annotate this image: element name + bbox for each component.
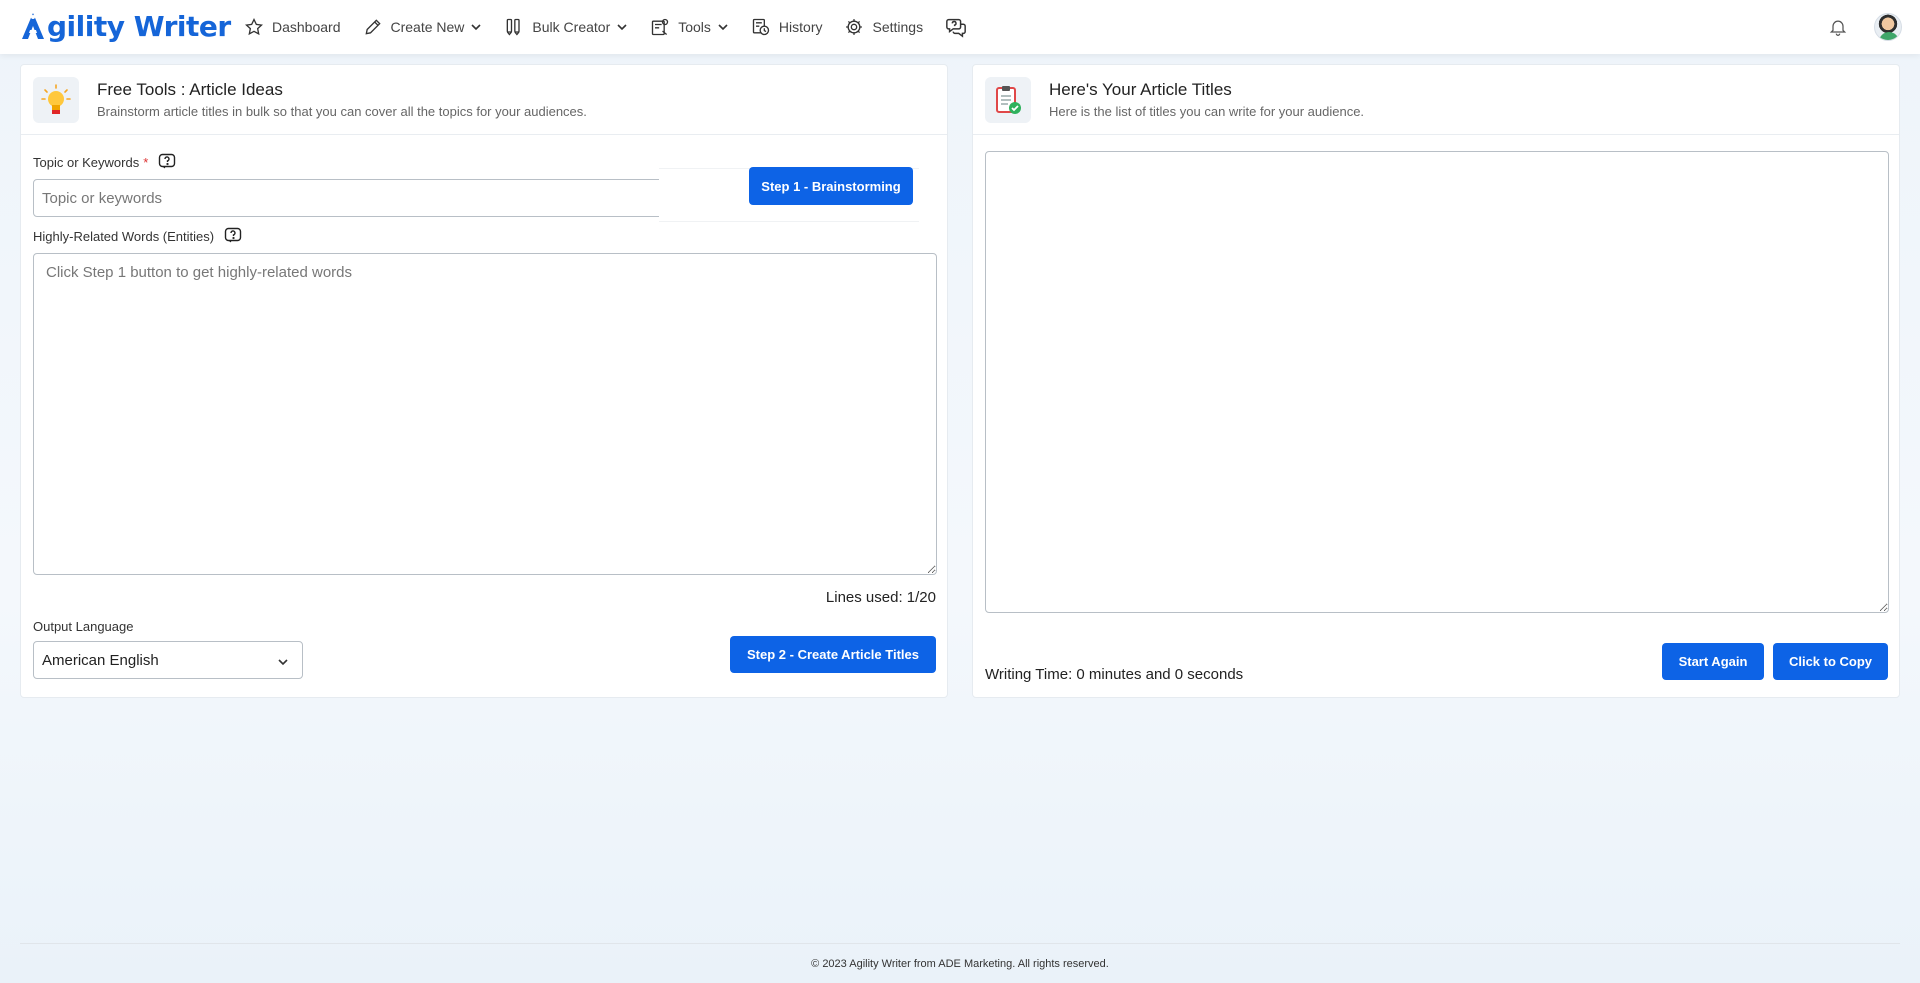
step2-create-titles-button[interactable]: Step 2 - Create Article Titles bbox=[730, 636, 936, 673]
main-nav: Dashboard Create New Bulk Creator Tools … bbox=[244, 0, 997, 54]
nav-bulk-creator-label: Bulk Creator bbox=[532, 19, 611, 35]
top-navbar: gility Writer Dashboard Create New Bulk … bbox=[0, 0, 1920, 54]
page-footer: © 2023 Agility Writer from ADE Marketing… bbox=[20, 943, 1900, 983]
help-bubble-icon[interactable] bbox=[224, 227, 242, 245]
language-label: Output Language bbox=[33, 619, 133, 634]
panel-title: Free Tools : Article Ideas bbox=[97, 80, 283, 99]
gear-icon bbox=[846, 19, 863, 35]
nav-history-label: History bbox=[778, 19, 823, 35]
topic-input[interactable] bbox=[33, 179, 663, 217]
nav-dashboard-label: Dashboard bbox=[272, 19, 341, 35]
chevron-down-icon bbox=[718, 24, 728, 31]
article-titles-output[interactable] bbox=[985, 151, 1889, 613]
article-ideas-header: Free Tools : Article Ideas Brainstorm ar… bbox=[21, 65, 947, 135]
pencil-icon bbox=[364, 19, 381, 35]
avatar[interactable] bbox=[1874, 13, 1902, 41]
article-ideas-panel: Free Tools : Article Ideas Brainstorm ar… bbox=[20, 64, 948, 698]
nav-bulk-creator[interactable]: Bulk Creator bbox=[504, 0, 628, 54]
bell-icon[interactable] bbox=[1828, 16, 1848, 38]
writing-time: Writing Time: 0 minutes and 0 seconds bbox=[985, 666, 1244, 683]
logo-text: gility Writer bbox=[47, 9, 231, 43]
topic-label: Topic or Keywords * bbox=[33, 153, 176, 171]
article-titles-panel: Here's Your Article Titles Here is the l… bbox=[972, 64, 1900, 698]
entities-label: Highly-Related Words (Entities) bbox=[33, 227, 242, 245]
nav-tools-label: Tools bbox=[678, 19, 711, 35]
lines-used-counter: Lines used: 1/20 bbox=[825, 589, 936, 606]
logo-a-icon bbox=[22, 13, 44, 39]
nav-settings-label: Settings bbox=[872, 19, 924, 35]
pens-icon bbox=[507, 18, 521, 36]
entities-label-text: Highly-Related Words (Entities) bbox=[33, 228, 215, 244]
nav-create-new[interactable]: Create New bbox=[363, 0, 483, 54]
chevron-down-icon bbox=[617, 24, 627, 31]
article-titles-header: Here's Your Article Titles Here is the l… bbox=[973, 65, 1899, 135]
nav-dashboard[interactable]: Dashboard bbox=[244, 0, 341, 54]
nav-history[interactable]: History bbox=[751, 0, 823, 54]
lightbulb-icon bbox=[33, 76, 79, 123]
required-marker: * bbox=[143, 154, 149, 170]
footer-text: © 2023 Agility Writer from ADE Marketing… bbox=[811, 957, 1109, 970]
nav-tools[interactable]: Tools bbox=[650, 0, 729, 54]
entities-textarea[interactable] bbox=[33, 253, 937, 575]
brand-logo[interactable]: gility Writer bbox=[20, 8, 231, 44]
panel-subtitle: Brainstorm article titles in bulk so tha… bbox=[97, 104, 587, 119]
step1-brainstorming-button[interactable]: Step 1 - Brainstorming bbox=[749, 167, 913, 205]
output-language-value: American English bbox=[42, 651, 159, 669]
click-to-copy-button[interactable]: Click to Copy bbox=[1773, 643, 1888, 680]
star-icon bbox=[245, 17, 263, 36]
chevron-down-icon bbox=[471, 24, 481, 31]
start-again-button[interactable]: Start Again bbox=[1662, 643, 1764, 680]
nav-settings[interactable]: Settings bbox=[844, 0, 923, 54]
output-language-select[interactable]: American English bbox=[33, 641, 303, 679]
help-bubble-icon[interactable] bbox=[158, 153, 176, 171]
history-icon bbox=[752, 18, 770, 36]
nav-create-new-label: Create New bbox=[390, 19, 465, 35]
nav-help[interactable] bbox=[945, 0, 975, 54]
language-label-text: Output Language bbox=[33, 619, 134, 634]
panel-subtitle: Here is the list of titles you can write… bbox=[1049, 104, 1365, 119]
topic-label-text: Topic or Keywords bbox=[33, 154, 140, 170]
nav-right bbox=[1828, 0, 1902, 54]
chevron-down-icon bbox=[278, 659, 288, 666]
panel-title: Here's Your Article Titles bbox=[1049, 80, 1232, 99]
tools-icon bbox=[652, 18, 669, 36]
chat-help-icon bbox=[946, 18, 966, 38]
clipboard-check-icon bbox=[985, 76, 1031, 123]
